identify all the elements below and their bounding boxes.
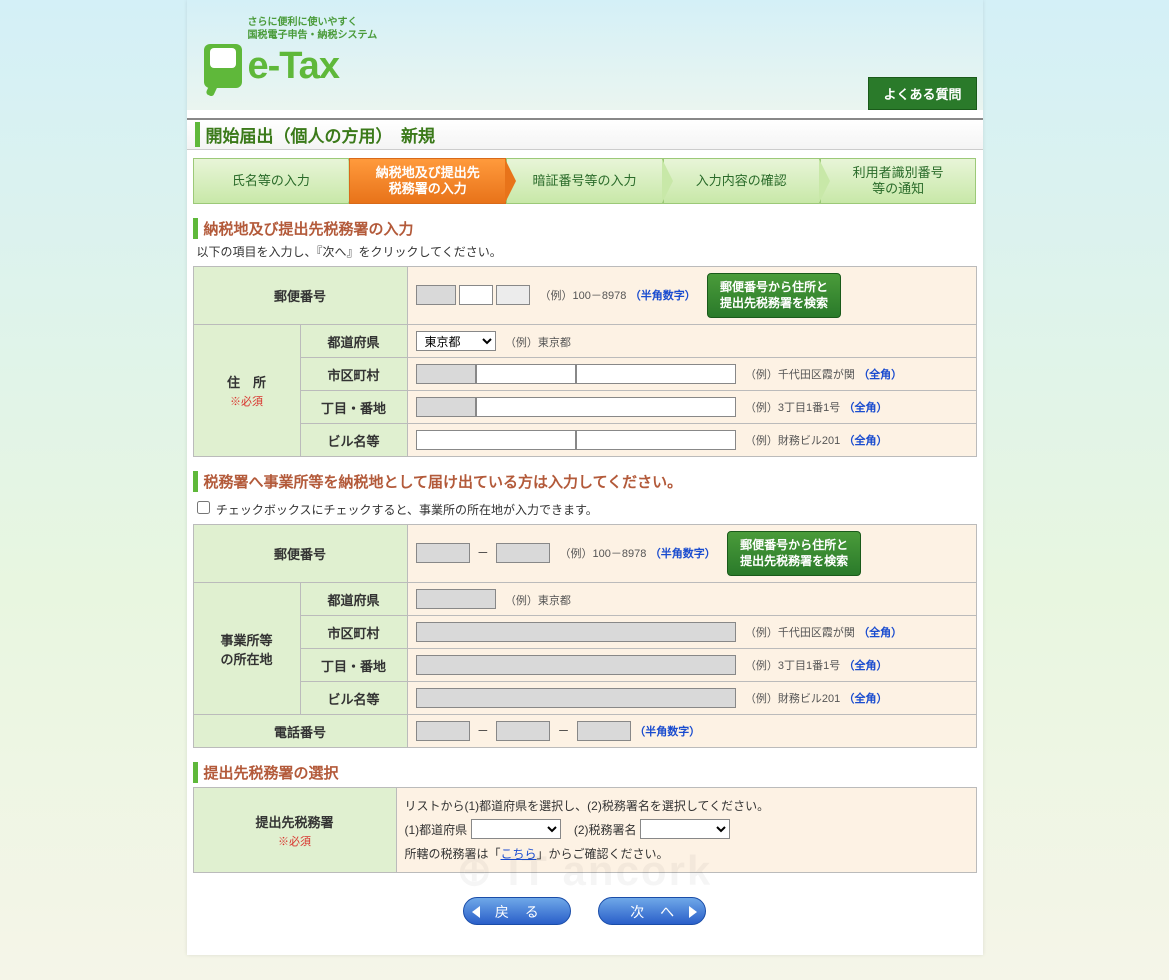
jurisdiction-link[interactable]: こちら: [501, 847, 537, 861]
bldg-example: （例）財務ビル201: [745, 435, 840, 447]
office-check-note: チェックボックスにチェックすると、事業所の所在地が入力できます。: [216, 503, 598, 517]
label-block-2: 丁目・番地: [300, 649, 407, 682]
progress-steps: 氏名等の入力 納税地及び提出先 税務署の入力 暗証番号等の入力 入力内容の確認 …: [193, 158, 977, 204]
city-input-a[interactable]: [416, 364, 476, 384]
address-table: 郵便番号 （例）100－8978 （半角数字） 郵便番号から住所と 提出先税務署…: [193, 266, 977, 457]
city-example: （例）千代田区霞が関: [745, 369, 855, 381]
full-width-hint-3: （全角）: [844, 435, 888, 447]
tel-1[interactable]: [416, 721, 470, 741]
header-tagline-1: さらに便利に使いやすく: [248, 17, 358, 28]
submit-pref-select[interactable]: [471, 819, 561, 839]
section1-title: 納税地及び提出先税務署の入力: [193, 218, 977, 239]
office-table: 郵便番号 － （例）100－8978 （半角数字） 郵便番号から住所と 提出先税…: [193, 524, 977, 748]
postal-example: （例）100－8978: [540, 290, 627, 302]
postal-3-input[interactable]: [496, 285, 530, 305]
city-input-b[interactable]: [476, 364, 576, 384]
label-pref-2: 都道府県: [300, 583, 407, 616]
off-postal-2[interactable]: [496, 543, 550, 563]
page-title: 開始届出（個人の方用） 新規: [195, 122, 983, 147]
label-bldg-2: ビル名等: [300, 682, 407, 715]
faq-button[interactable]: よくある質問: [868, 77, 976, 110]
step-1: 氏名等の入力: [193, 158, 350, 204]
pref-example: （例）東京都: [505, 337, 571, 349]
submit-office-table: 提出先税務署※必須 リストから(1)都道府県を選択し、(2)税務署名を選択してく…: [193, 787, 977, 873]
label-tel: 電話番号: [193, 715, 407, 748]
back-button[interactable]: 戻 る: [463, 897, 571, 925]
label-office-loc: 事業所等 の所在地: [193, 583, 300, 715]
submit-office-line1: リストから(1)都道府県を選択し、(2)税務署名を選択してください。: [405, 794, 968, 818]
block-input-a[interactable]: [416, 397, 476, 417]
submit-office-select[interactable]: [640, 819, 730, 839]
postal-2-input[interactable]: [459, 285, 493, 305]
bldg-input-b[interactable]: [576, 430, 736, 450]
tel-2[interactable]: [496, 721, 550, 741]
full-width-hint-5: （全角）: [844, 660, 888, 672]
label-postal-2: 郵便番号: [193, 525, 407, 583]
off-city-input[interactable]: [416, 622, 736, 642]
off-pref-select[interactable]: [416, 589, 496, 609]
submit-pref-label: (1)都道府県: [405, 823, 468, 837]
off-block-example: （例）3丁目1番1号: [745, 660, 840, 672]
label-city-2: 市区町村: [300, 616, 407, 649]
step-4: 入力内容の確認: [663, 158, 820, 204]
half-width-hint-3: （半角数字）: [634, 726, 700, 738]
header-tagline-2: 国税電子申告・納税システム: [248, 30, 378, 41]
full-width-hint-4: （全角）: [858, 627, 902, 639]
off-postal-1[interactable]: [416, 543, 470, 563]
label-address: 住 所※必須: [193, 325, 300, 457]
label-pref: 都道府県: [300, 325, 407, 358]
next-button[interactable]: 次 へ: [598, 897, 706, 925]
full-width-hint-2: （全角）: [844, 402, 888, 414]
off-bldg-input[interactable]: [416, 688, 736, 708]
label-city: 市区町村: [300, 358, 407, 391]
off-bldg-example: （例）財務ビル201: [745, 693, 840, 705]
off-postal-example: （例）100－8978: [560, 548, 647, 560]
office-checkbox[interactable]: [197, 501, 210, 514]
required-mark-2: ※必須: [202, 833, 388, 849]
section2-title: 税務署へ事業所等を納税地として届け出ている方は入力してください。: [193, 471, 977, 492]
tel-3[interactable]: [577, 721, 631, 741]
block-input-b[interactable]: [476, 397, 736, 417]
label-bldg: ビル名等: [300, 424, 407, 457]
logo-text: e-Tax: [248, 45, 339, 88]
pref-select[interactable]: 東京都: [416, 331, 496, 351]
city-input-c[interactable]: [576, 364, 736, 384]
full-width-hint-1: （全角）: [858, 369, 902, 381]
page-title-bar: 開始届出（個人の方用） 新規: [187, 118, 983, 150]
off-postal-lookup-button[interactable]: 郵便番号から住所と 提出先税務署を検索: [727, 531, 861, 576]
off-city-example: （例）千代田区霞が関: [745, 627, 855, 639]
submit-office-line3a: 所轄の税務署は「: [405, 847, 501, 861]
postal-lookup-button[interactable]: 郵便番号から住所と 提出先税務署を検索: [707, 273, 841, 318]
step-2: 納税地及び提出先 税務署の入力: [349, 158, 506, 204]
bldg-input-a[interactable]: [416, 430, 576, 450]
logo-icon: [204, 44, 242, 88]
label-postal: 郵便番号: [193, 267, 407, 325]
submit-office-label: (2)税務署名: [574, 823, 637, 837]
off-block-input[interactable]: [416, 655, 736, 675]
label-block: 丁目・番地: [300, 391, 407, 424]
full-width-hint-6: （全角）: [844, 693, 888, 705]
step-5: 利用者識別番号 等の通知: [820, 158, 977, 204]
section3-title: 提出先税務署の選択: [193, 762, 977, 783]
postal-1-input[interactable]: [416, 285, 456, 305]
required-mark: ※必須: [202, 393, 292, 409]
submit-office-line3b: 」からご確認ください。: [537, 847, 669, 861]
off-pref-example: （例）東京都: [505, 595, 571, 607]
block-example: （例）3丁目1番1号: [745, 402, 840, 414]
half-width-hint: （半角数字）: [630, 290, 696, 302]
section1-note: 以下の項目を入力し、『次へ』をクリックしてください。: [197, 243, 977, 260]
step-3: 暗証番号等の入力: [506, 158, 663, 204]
label-submit-office: 提出先税務署※必須: [193, 788, 396, 873]
header: さらに便利に使いやすく国税電子申告・納税システム e-Tax よくある質問: [187, 0, 983, 110]
half-width-hint-2: （半角数字）: [650, 548, 716, 560]
